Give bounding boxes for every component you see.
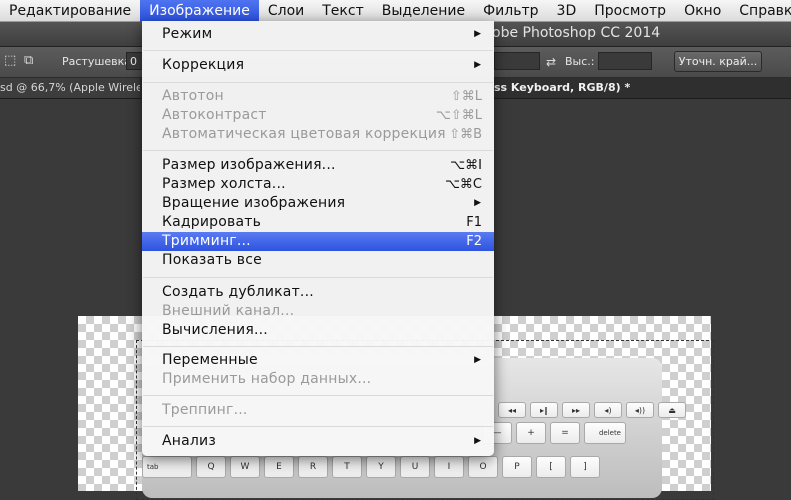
menu-item-label: Размер холста... [162, 176, 286, 192]
triangle-right-icon: ▶ [474, 436, 481, 446]
menu-item-analysis[interactable]: Анализ ▶ [142, 432, 494, 451]
menu-separator [143, 277, 493, 278]
menu-item-label: Режим [162, 26, 213, 42]
menu-separator [143, 82, 493, 83]
menu-item-trap[interactable]: Треппинг... [142, 401, 494, 420]
menu-edit[interactable]: Редактирование [0, 0, 140, 22]
menu-item-crop[interactable]: Кадрировать F1 [142, 213, 494, 232]
image-menu-dropdown: Режим ▶ Коррекция ▶ Автотон ⇧⌘L Автоконт… [142, 21, 494, 456]
menu-item-duplicate[interactable]: Создать дубликат... [142, 283, 494, 302]
menu-item-auto-tone[interactable]: Автотон ⇧⌘L [142, 87, 494, 106]
marquee-mode-icon[interactable]: ⬚ [4, 54, 18, 68]
menu-view[interactable]: Просмотр [585, 0, 675, 22]
swap-dimensions-icon[interactable]: ⇄ [546, 55, 560, 69]
menu-filter[interactable]: Фильтр [474, 0, 547, 22]
feather-label: Растушевка: [62, 55, 135, 68]
window-title: obe Photoshop CC 2014 [492, 25, 661, 41]
menu-item-image-rotation[interactable]: Вращение изображения ▶ [142, 194, 494, 213]
menu-item-label: Кадрировать [162, 214, 262, 230]
menu-item-mode[interactable]: Режим ▶ [142, 25, 494, 44]
height-label: Выс.: [565, 55, 595, 68]
triangle-right-icon: ▶ [474, 29, 481, 39]
add-selection-icon[interactable]: ⧉ [24, 54, 38, 68]
menu-separator [143, 150, 493, 151]
menu-item-image-size[interactable]: Размер изображения... ⌥⌘I [142, 156, 494, 175]
menu-item-label: Коррекция [162, 57, 245, 73]
menu-select[interactable]: Выделение [373, 0, 474, 22]
menu-item-apply-data-set[interactable]: Применить набор данных... [142, 370, 494, 389]
menu-separator [143, 346, 493, 347]
menu-item-shortcut: ⌥⌘I [450, 158, 482, 173]
menu-layers[interactable]: Слои [259, 0, 313, 22]
menu-bar: Редактирование Изображение Слои Текст Вы… [0, 0, 791, 22]
menu-item-auto-color[interactable]: Автоматическая цветовая коррекция ⇧⌘B [142, 125, 494, 144]
menu-item-shortcut: ⇧⌘L [450, 89, 482, 104]
menu-item-shortcut: ⌥⌘C [444, 177, 482, 192]
menu-help[interactable]: Справка [730, 0, 791, 22]
menu-item-apply-image[interactable]: Внешний канал... [142, 302, 494, 321]
menu-item-label: Автоконтраст [162, 107, 267, 123]
menu-separator [143, 426, 493, 427]
triangle-right-icon: ▶ [474, 355, 481, 365]
triangle-right-icon: ▶ [474, 198, 481, 208]
menu-item-label: Переменные [162, 352, 258, 368]
menu-separator [143, 50, 493, 51]
document-tab-1[interactable]: sd @ 66,7% (Apple Wirele [0, 78, 140, 98]
menu-3d[interactable]: 3D [548, 0, 586, 22]
menu-type[interactable]: Текст [313, 0, 372, 22]
menu-separator [143, 395, 493, 396]
menu-item-label: Создать дубликат... [162, 284, 314, 300]
menu-item-reveal-all[interactable]: Показать все [142, 251, 494, 270]
menu-item-label: Автоматическая цветовая коррекция [162, 126, 446, 142]
menu-item-shortcut: ⌥⇧⌘L [435, 108, 482, 123]
menu-item-label: Применить набор данных... [162, 371, 372, 387]
menu-window[interactable]: Окно [675, 0, 730, 22]
menu-item-shortcut: ⇧⌘B [449, 127, 482, 142]
menu-image[interactable]: Изображение [140, 0, 259, 22]
menu-item-trim[interactable]: Тримминг... F2 [142, 232, 494, 251]
menu-item-auto-contrast[interactable]: Автоконтраст ⌥⇧⌘L [142, 106, 494, 125]
document-tab-2[interactable]: ss Keyboard, RGB/8) * [494, 78, 654, 98]
menu-item-variables[interactable]: Переменные ▶ [142, 351, 494, 370]
menu-item-calculations[interactable]: Вычисления... [142, 321, 494, 340]
menu-item-shortcut: F1 [466, 215, 482, 230]
menu-item-label: Вычисления... [162, 322, 268, 338]
menu-item-adjustments[interactable]: Коррекция ▶ [142, 56, 494, 75]
menu-item-label: Анализ [162, 433, 217, 449]
menu-item-label: Вращение изображения [162, 195, 346, 211]
width-input[interactable] [494, 52, 540, 70]
menu-item-label: Тримминг... [162, 233, 251, 249]
menu-item-label: Размер изображения... [162, 157, 336, 173]
menu-item-canvas-size[interactable]: Размер холста... ⌥⌘C [142, 175, 494, 194]
menu-item-label: Треппинг... [162, 402, 248, 418]
menu-item-label: Внешний канал... [162, 303, 295, 319]
triangle-right-icon: ▶ [474, 60, 481, 70]
menu-item-label: Показать все [162, 252, 262, 268]
refine-edge-button[interactable]: Уточн. край... [674, 51, 762, 72]
height-input[interactable] [598, 52, 652, 70]
menu-item-shortcut: F2 [466, 234, 482, 249]
menu-item-label: Автотон [162, 88, 224, 104]
